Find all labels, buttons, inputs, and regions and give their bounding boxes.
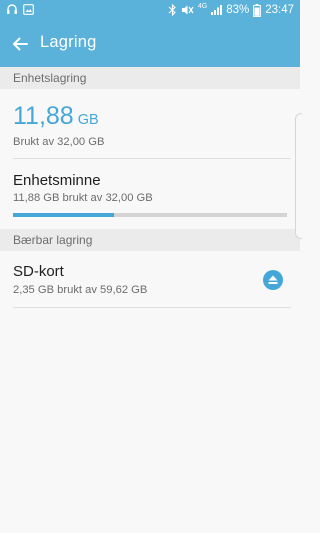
page-title: Lagring [40, 33, 97, 51]
eject-icon [268, 275, 278, 284]
battery-percent: 83% [226, 4, 250, 16]
section-header-label: Enhetslagring [13, 71, 87, 85]
device-memory-item[interactable]: Enhetsminne 11,88 GB brukt av 32,00 GB [0, 159, 292, 221]
eject-button[interactable] [263, 270, 283, 290]
screenshot-icon [23, 3, 34, 15]
scroll-edge-indicator [295, 113, 302, 239]
used-of-total: Brukt av 32,00 GB [13, 136, 105, 148]
divider [13, 307, 291, 308]
section-header-portable: Bærbar lagring [0, 229, 300, 251]
device-memory-progress [13, 213, 287, 217]
headphones-icon [7, 4, 17, 14]
back-arrow-icon[interactable] [10, 34, 30, 54]
status-bar: 4G 83% 23:47 [0, 0, 300, 21]
section-header-device: Enhetslagring [0, 67, 300, 89]
device-memory-title: Enhetsminne [13, 172, 101, 189]
sd-card-title: SD-kort [13, 263, 64, 280]
used-storage-unit: GB [77, 112, 99, 128]
used-storage-summary: 11,88 GB [13, 102, 99, 131]
signal-icon [211, 5, 223, 15]
section-header-label: Bærbar lagring [13, 233, 93, 247]
battery-icon [253, 3, 262, 17]
clock: 23:47 [265, 4, 294, 16]
app-toolbar: Lagring [0, 21, 300, 67]
sd-card-detail: 2,35 GB brukt av 59,62 GB [13, 284, 148, 296]
bluetooth-icon [168, 4, 176, 16]
mute-icon [181, 5, 194, 15]
used-storage-value: 11,88 [13, 102, 74, 130]
sd-card-item[interactable]: SD-kort 2,35 GB brukt av 59,62 GB [0, 251, 255, 307]
device-memory-progress-fill [13, 213, 115, 217]
network-type: 4G [197, 3, 208, 10]
device-memory-detail: 11,88 GB brukt av 32,00 GB [13, 192, 153, 204]
